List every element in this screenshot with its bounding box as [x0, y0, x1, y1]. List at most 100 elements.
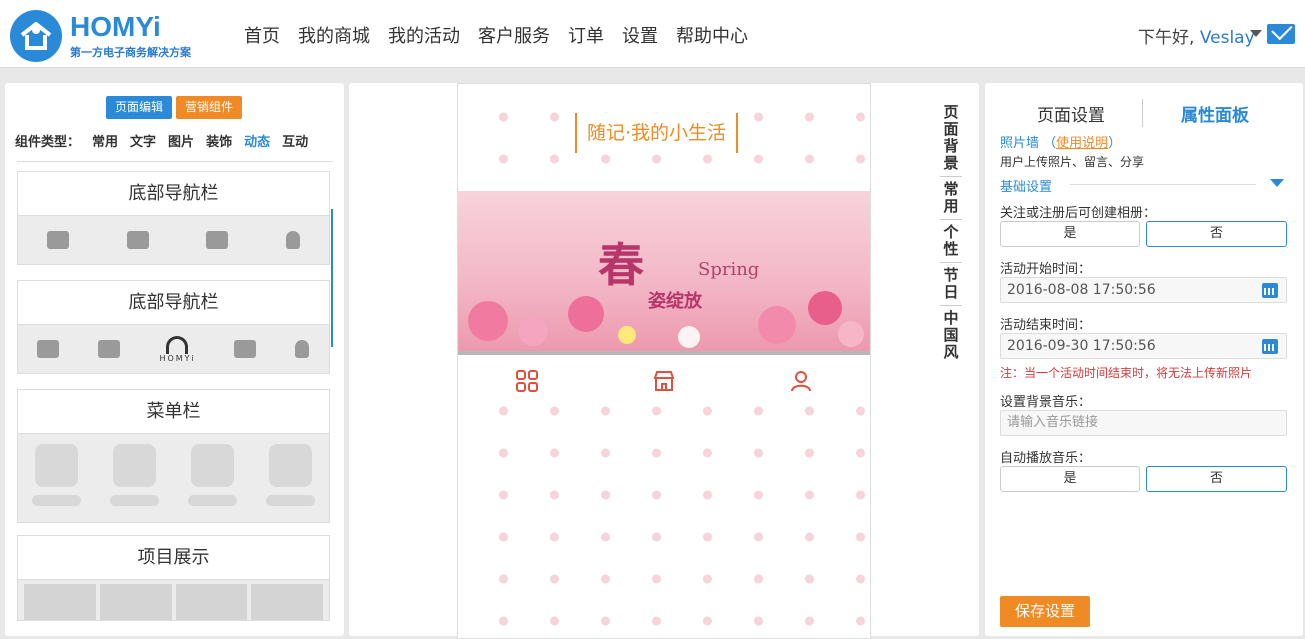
- marketing-components-button[interactable]: 营销组件: [176, 96, 243, 119]
- store-icon[interactable]: [652, 369, 676, 393]
- top-header: HOMYi 第一方电子商务解决方案 首页 我的商城 我的活动 客户服务 订单 设…: [0, 0, 1305, 68]
- type-interactive[interactable]: 互动: [282, 131, 308, 150]
- homyi-mini-logo: HOMYi: [159, 335, 196, 363]
- component-title: 底部导航栏: [18, 172, 329, 216]
- preview-page-title[interactable]: 随记·我的小生活: [575, 113, 739, 153]
- shop-icon: [37, 340, 60, 358]
- user-icon[interactable]: [789, 369, 813, 393]
- end-time-field[interactable]: 2016-09-30 17:50:56: [1000, 333, 1287, 359]
- user-icon: [295, 340, 310, 358]
- bg-category-personal[interactable]: 个性: [940, 220, 962, 263]
- component-list-scrollbar[interactable]: [331, 209, 333, 347]
- user-icon: [286, 231, 301, 249]
- tab-properties[interactable]: 属性面板: [1181, 101, 1249, 126]
- component-title: 底部导航栏: [18, 281, 329, 325]
- type-dynamic[interactable]: 动态: [244, 131, 270, 150]
- widget-heading: 照片墙 （使用说明）: [1000, 132, 1121, 151]
- panel-tabs: 页面设置 属性面板: [985, 99, 1303, 127]
- help-paren-open: （: [1043, 136, 1057, 151]
- autoplay-label: 自动播放音乐：: [1000, 451, 1092, 466]
- autoplay-yes[interactable]: 是: [1000, 466, 1140, 492]
- nav-settings[interactable]: 设置: [622, 22, 658, 48]
- user-greeting[interactable]: 下午好, Veslay: [1138, 23, 1255, 48]
- shop-icon: [46, 231, 69, 249]
- collapse-caret-icon[interactable]: [1270, 179, 1284, 187]
- create-album-label: 关注或注册后可创建相册：: [1000, 206, 1157, 221]
- menu-placeholder-item: [110, 444, 160, 522]
- user-dropdown-caret-icon[interactable]: [1250, 30, 1262, 37]
- component-title: 项目展示: [18, 536, 329, 580]
- greeting-text: 下午好,: [1138, 28, 1200, 48]
- component-menu-bar[interactable]: 菜单栏: [17, 389, 330, 523]
- grid-icon[interactable]: [515, 369, 539, 393]
- end-time-label: 活动结束时间：: [1000, 318, 1092, 333]
- homyi-mini-text: HOMYi: [159, 353, 196, 363]
- save-settings-button[interactable]: 保存设置: [1000, 596, 1090, 627]
- homyi-logo[interactable]: [10, 10, 62, 62]
- widget-description: 用户上传照片、留言、分享: [1000, 155, 1145, 169]
- autoplay-no[interactable]: 否: [1146, 466, 1287, 492]
- house-icon: [166, 335, 189, 354]
- type-common[interactable]: 常用: [92, 131, 118, 150]
- calendar-icon[interactable]: [1262, 283, 1278, 298]
- component-bottom-nav-2[interactable]: 底部导航栏 HOMYi: [17, 280, 330, 374]
- mobile-preview[interactable]: 随记·我的小生活 春 Spring 姿绽放: [457, 83, 871, 639]
- bottom-nav-preview: [18, 216, 329, 264]
- menu-placeholder-item: [265, 444, 315, 522]
- component-bottom-nav-1[interactable]: 底部导航栏: [17, 171, 330, 265]
- nav-my-activities[interactable]: 我的活动: [388, 22, 460, 48]
- component-list[interactable]: 底部导航栏 底部导航栏 HOMYi 菜单栏 项目展示: [17, 161, 333, 636]
- spring-banner-image[interactable]: 春 Spring 姿绽放: [458, 191, 870, 355]
- nav-my-mall[interactable]: 我的商城: [298, 22, 370, 48]
- component-project-showcase[interactable]: 项目展示: [17, 535, 330, 621]
- start-time-value: 2016-08-08 17:50:56: [1007, 282, 1156, 298]
- component-type-label: 组件类型：: [15, 135, 81, 150]
- type-image[interactable]: 图片: [168, 131, 194, 150]
- bg-category-common[interactable]: 常用: [940, 177, 962, 220]
- banner-spring-word: Spring: [698, 259, 760, 280]
- component-title: 菜单栏: [18, 390, 329, 434]
- type-decoration[interactable]: 装饰: [206, 131, 232, 150]
- tab-page-settings[interactable]: 页面设置: [1037, 101, 1105, 126]
- help-paren-close: ）: [1108, 136, 1122, 151]
- basket-icon: [206, 231, 229, 249]
- usage-guide-link[interactable]: 使用说明: [1056, 136, 1108, 151]
- menu-placeholder-item: [32, 444, 82, 522]
- bg-category-chinese-style[interactable]: 中国风: [940, 306, 962, 365]
- basic-settings-section[interactable]: 基础设置: [1000, 176, 1052, 195]
- nav-help-center[interactable]: 帮助中心: [676, 22, 748, 48]
- create-album-toggle: 是 否: [1000, 221, 1287, 247]
- create-album-no[interactable]: 否: [1146, 221, 1287, 247]
- type-text[interactable]: 文字: [130, 131, 156, 150]
- background-category-menu: 页面背景 常用 个性 节日 中国风: [940, 100, 962, 365]
- calendar-icon[interactable]: [1262, 339, 1278, 354]
- preview-bottom-tabbar: [458, 362, 870, 400]
- component-panel: 页面编辑 营销组件 组件类型： 常用 文字 图片 装饰 动态 互动 底部导航栏 …: [5, 83, 344, 636]
- main-nav: 首页 我的商城 我的活动 客户服务 订单 设置 帮助中心: [244, 22, 748, 48]
- component-type-filter: 组件类型： 常用 文字 图片 装饰 动态 互动: [15, 131, 308, 150]
- gift-icon: [126, 231, 149, 249]
- nav-orders[interactable]: 订单: [568, 22, 604, 48]
- autoplay-toggle: 是 否: [1000, 466, 1287, 492]
- start-time-label: 活动开始时间：: [1000, 262, 1092, 277]
- project-showcase-preview: [18, 580, 329, 620]
- nav-customer-service[interactable]: 客户服务: [478, 22, 550, 48]
- music-url-input[interactable]: 请输入音乐链接: [1000, 410, 1287, 436]
- create-album-yes[interactable]: 是: [1000, 221, 1140, 247]
- username: Veslay: [1199, 28, 1255, 48]
- page-edit-button[interactable]: 页面编辑: [106, 96, 173, 119]
- banner-subtitle: 姿绽放: [648, 291, 702, 312]
- end-time-value: 2016-09-30 17:50:56: [1007, 338, 1156, 354]
- brand-tagline: 第一方电子商务解决方案: [70, 46, 191, 59]
- gift-icon: [98, 340, 121, 358]
- bg-category-holiday[interactable]: 节日: [940, 263, 962, 306]
- start-time-field[interactable]: 2016-08-08 17:50:56: [1000, 277, 1287, 303]
- basket-icon: [234, 340, 257, 358]
- brand-name: HOMYi: [70, 11, 161, 42]
- properties-panel: 页面设置 属性面板 照片墙 （使用说明） 用户上传照片、留言、分享 基础设置 关…: [985, 83, 1303, 636]
- nav-home[interactable]: 首页: [244, 22, 280, 48]
- mail-icon[interactable]: [1267, 24, 1295, 44]
- house-icon: [20, 22, 52, 50]
- menu-placeholder-item: [187, 444, 237, 522]
- bottom-nav-preview: HOMYi: [18, 325, 329, 373]
